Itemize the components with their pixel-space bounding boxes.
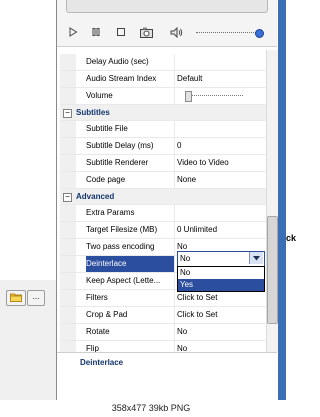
- prop-name: Deinterlace: [86, 256, 175, 272]
- prop-row-extra-params[interactable]: Extra Params: [60, 205, 266, 222]
- prop-name: Subtitle Delay (ms): [86, 138, 175, 154]
- image-caption: 358x477 39kb PNG: [0, 400, 302, 417]
- prop-value[interactable]: Video to Video: [177, 155, 265, 171]
- prop-name: Subtitle File: [86, 121, 175, 137]
- scrollbar-thumb[interactable]: [267, 216, 278, 324]
- folder-icon: [10, 292, 22, 304]
- slider-thumb[interactable]: [185, 91, 192, 102]
- prop-row-delay-audio[interactable]: Delay Audio (sec): [60, 54, 266, 71]
- dropdown-option-no[interactable]: No: [178, 267, 264, 279]
- prop-value[interactable]: Click to Set: [177, 307, 265, 323]
- prop-row-target-filesize[interactable]: Target Filesize (MB) 0 Unlimited: [60, 222, 266, 239]
- category-title: Advanced: [76, 192, 115, 201]
- prop-name: Target Filesize (MB): [86, 222, 175, 238]
- property-grid: Delay Audio (sec) Audio Stream Index Def…: [60, 54, 266, 358]
- prop-value[interactable]: No: [177, 324, 265, 340]
- prop-value[interactable]: 0 Unlimited: [177, 222, 265, 238]
- prop-row-audio-stream[interactable]: Audio Stream Index Default: [60, 71, 266, 88]
- open-folder-button[interactable]: [6, 290, 26, 306]
- prop-row-rotate[interactable]: Rotate No: [60, 324, 266, 341]
- prop-name: Extra Params: [86, 205, 175, 221]
- select-value: No: [180, 254, 191, 263]
- prop-value[interactable]: [177, 205, 265, 221]
- prop-value[interactable]: 0: [177, 138, 265, 154]
- prop-row-volume[interactable]: Volume: [60, 88, 266, 105]
- browse-button[interactable]: ...: [27, 290, 45, 306]
- prop-name: Filters: [86, 290, 175, 306]
- collapse-icon[interactable]: −: [63, 109, 72, 118]
- play-icon[interactable]: [66, 26, 80, 38]
- prop-row-subtitle-delay[interactable]: Subtitle Delay (ms) 0: [60, 138, 266, 155]
- prop-name: Two pass encoding: [86, 239, 175, 255]
- dropdown-list: No Yes: [177, 266, 265, 292]
- prop-row-crop-pad[interactable]: Crop & Pad Click to Set: [60, 307, 266, 324]
- dropdown-option-yes[interactable]: Yes: [178, 279, 264, 291]
- volume-slider-thumb[interactable]: [255, 29, 264, 38]
- background-window-text: ck: [286, 233, 297, 243]
- description-title: Deinterlace: [80, 358, 124, 367]
- volume-icon[interactable]: [170, 26, 184, 38]
- prop-value[interactable]: Click to Set: [177, 290, 265, 306]
- prop-value[interactable]: None: [177, 172, 265, 188]
- category-subtitles[interactable]: − Subtitles: [60, 105, 266, 121]
- prop-row-filters[interactable]: Filters Click to Set: [60, 290, 266, 307]
- stop-icon[interactable]: [114, 26, 128, 38]
- prop-row-code-page[interactable]: Code page None: [60, 172, 266, 189]
- prop-name: Crop & Pad: [86, 307, 175, 323]
- prop-name: Rotate: [86, 324, 175, 340]
- background-window-border: [278, 0, 286, 400]
- prop-name: Volume: [86, 88, 175, 104]
- prop-value[interactable]: Default: [177, 71, 265, 87]
- category-title: Subtitles: [76, 108, 110, 117]
- prop-value[interactable]: [177, 121, 265, 137]
- prop-row-subtitle-renderer[interactable]: Subtitle Renderer Video to Video: [60, 155, 266, 172]
- volume-slider[interactable]: [177, 88, 265, 104]
- dropdown-arrow-button[interactable]: [249, 252, 263, 264]
- pause-icon[interactable]: [89, 26, 103, 38]
- collapse-icon[interactable]: −: [63, 193, 72, 202]
- prop-value[interactable]: [177, 54, 265, 70]
- seek-bar[interactable]: [66, 0, 268, 13]
- snapshot-icon[interactable]: [139, 26, 153, 38]
- prop-name: Delay Audio (sec): [86, 54, 175, 70]
- prop-row-subtitle-file[interactable]: Subtitle File: [60, 121, 266, 138]
- slider-track: [187, 95, 243, 96]
- prop-name: Keep Aspect (Lette...: [86, 273, 175, 289]
- chevron-down-icon: [253, 254, 260, 263]
- prop-name: Audio Stream Index: [86, 71, 175, 87]
- category-advanced[interactable]: − Advanced: [60, 189, 266, 205]
- prop-name: Code page: [86, 172, 175, 188]
- volume-slider-track[interactable]: [196, 32, 262, 35]
- prop-name: Subtitle Renderer: [86, 155, 175, 171]
